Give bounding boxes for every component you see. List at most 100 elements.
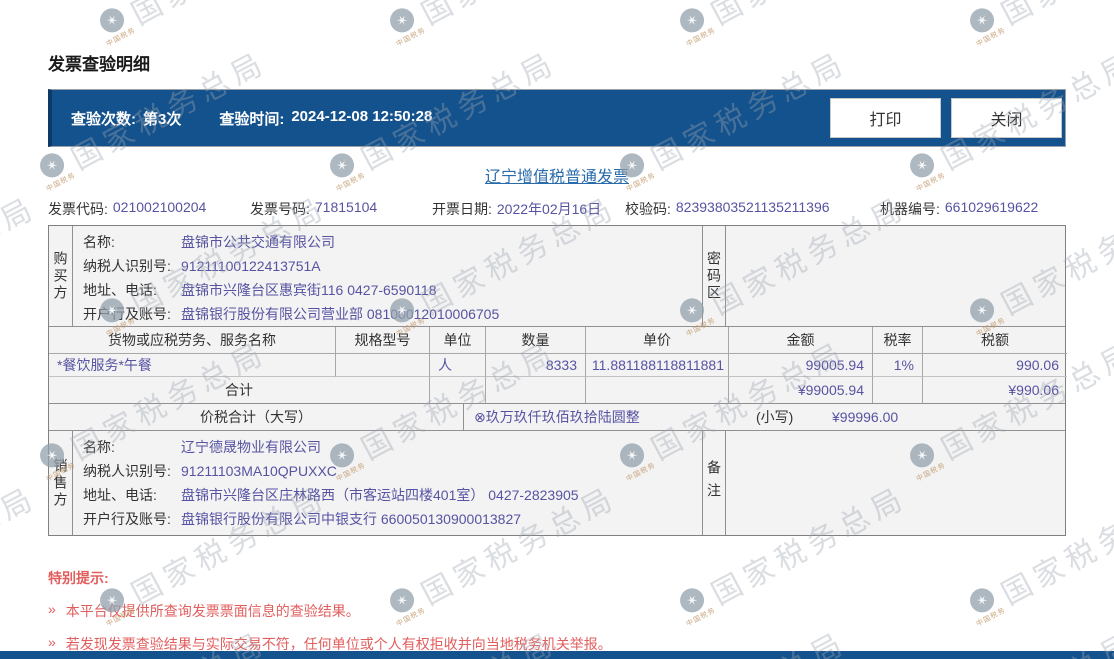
seller-address-value: 盘锦市兴隆台区庄林路西（市客运站四楼401室） 0427-2823905	[181, 487, 579, 503]
seller-side-label: 销售方	[52, 457, 69, 509]
invoice-number-label: 发票号码:	[250, 201, 310, 217]
seller-name-label: 名称:	[83, 439, 115, 455]
header-buttons: 打印 关闭	[830, 98, 1062, 138]
item-name: *餐饮服务*午餐	[49, 354, 336, 377]
seller-bank-value: 盘锦银行股份有限公司中银支行 660050130900013827	[181, 511, 522, 527]
seller-fields: 名称: 辽宁德晟物业有限公司 纳税人识别号: 91211103MA10QPUXXC …	[73, 431, 702, 535]
check-time: 查验时间: 2024-12-08 12:50:28	[219, 108, 432, 129]
total-tax: ¥990.06	[1008, 382, 1059, 398]
items-grid: 货物或应税劳务、服务名称 规格型号 单位 数量 单价 金额 税率 税额 *餐饮服…	[49, 327, 1067, 404]
buyer-address-row: 地址、电话: 盘锦市兴隆台区惠宾街116 0427-6590118	[83, 278, 702, 302]
seller-bank-row: 开户行及账号: 盘锦银行股份有限公司中银支行 660050130900013827	[83, 507, 702, 531]
check-count-value: 第3次	[143, 110, 182, 128]
col-header-qty: 数量	[486, 327, 586, 354]
print-button[interactable]: 打印	[830, 98, 941, 138]
remark-area	[726, 431, 1065, 535]
invoice-date: 开票日期: 2022年02月16日	[432, 199, 625, 219]
item-amount: 99005.94	[729, 354, 873, 377]
check-count: 查验次数: 第3次	[71, 108, 181, 129]
tax-total-row: 价税合计（大写） ⊗玖万玖仟玖佰玖拾陆圆整 (小写) ¥99996.00	[49, 404, 1065, 431]
special-notice: 特别提示: » 本平台仅提供所查询发票票面信息的查验结果。 » 若发现发票查验结…	[48, 568, 1066, 654]
check-time-value: 2024-12-08 12:50:28	[291, 107, 433, 125]
password-side-label: 密码区	[706, 250, 722, 302]
seller-taxid-row: 纳税人识别号: 91211103MA10QPUXXC	[83, 459, 702, 483]
col-header-spec: 规格型号	[336, 327, 430, 354]
invoice-code-label: 发票代码:	[48, 201, 108, 217]
total-price-cell	[586, 377, 729, 403]
item-spec	[336, 354, 430, 377]
remark-side-cell: 备注	[702, 431, 726, 535]
seller-block: 销售方 名称: 辽宁德晟物业有限公司 纳税人识别号: 91211103MA10QPU…	[49, 431, 1065, 535]
tax-total-values: ⊗玖万玖仟玖佰玖拾陆圆整 (小写) ¥99996.00	[464, 404, 1065, 430]
verification-header-bar: 查验次数: 第3次 查验时间: 2024-12-08 12:50:28 打印 关…	[48, 89, 1066, 147]
notice-title: 特别提示:	[48, 570, 109, 586]
password-area	[726, 226, 1065, 326]
password-side-cell: 密码区	[702, 226, 726, 326]
tax-total-label: 价税合计（大写）	[49, 404, 464, 430]
total-amount: ¥99005.94	[729, 377, 873, 403]
invoice-checksum-label: 校验码:	[625, 201, 671, 217]
invoice-title: 辽宁增值税普通发票	[484, 169, 629, 186]
buyer-name-row: 名称: 盘锦市公共交通有限公司	[83, 230, 702, 254]
check-time-label: 查验时间:	[219, 110, 285, 128]
buyer-taxid-value: 91211100122413751A	[181, 258, 321, 274]
buyer-name-label: 名称:	[83, 234, 115, 250]
seller-taxid-label: 纳税人识别号:	[83, 463, 171, 479]
page-title: 发票查验明细	[48, 55, 150, 74]
remark-side-label: 备注	[706, 460, 722, 506]
total-unit-cell	[430, 377, 486, 403]
invoice-date-value: 2022年02月16日	[496, 201, 602, 217]
col-header-name: 货物或应税劳务、服务名称	[49, 327, 336, 354]
invoice-verification-page: 发票查验明细 查验次数: 第3次 查验时间: 2024-12-08 12:50:…	[0, 0, 1114, 659]
machine-number-label: 机器编号:	[880, 201, 940, 217]
item-taxrate: 1%	[873, 354, 923, 377]
invoice-checksum-value: 82393803521135211396	[675, 199, 830, 215]
invoice-checksum: 校验码: 82393803521135211396	[625, 199, 880, 219]
machine-number-value: 661029619622	[944, 199, 1039, 215]
item-tax: 990.06	[923, 354, 1067, 377]
total-qty-cell	[486, 377, 586, 403]
col-header-taxrate: 税率	[873, 327, 923, 354]
col-header-amount: 金额	[729, 327, 873, 354]
seller-address-row: 地址、电话: 盘锦市兴隆台区庄林路西（市客运站四楼401室） 0427-28239…	[83, 483, 702, 507]
item-price: 11.881188118811881	[586, 354, 729, 377]
bullet-icon: »	[48, 601, 56, 617]
buyer-name-value: 盘锦市公共交通有限公司	[181, 234, 335, 250]
invoice-date-label: 开票日期:	[432, 201, 492, 217]
buyer-side-cell: 购买方	[49, 226, 73, 326]
seller-taxid-value: 91211103MA10QPUXXC	[181, 463, 337, 479]
seller-side-cell: 销售方	[49, 431, 73, 535]
item-qty: 8333	[486, 354, 586, 377]
machine-number: 机器编号: 661029619622	[880, 199, 1038, 219]
buyer-bank-label: 开户行及账号:	[83, 306, 171, 322]
bottom-bar	[0, 651, 1114, 659]
invoice-table: 购买方 名称: 盘锦市公共交通有限公司 纳税人识别号: 91211100122413…	[48, 225, 1067, 536]
col-header-tax: 税额	[923, 327, 1067, 354]
notice-text-1: 本平台仅提供所查询发票票面信息的查验结果。	[65, 603, 360, 619]
main-content: 发票查验明细 查验次数: 第3次 查验时间: 2024-12-08 12:50:…	[0, 0, 1114, 654]
buyer-taxid-label: 纳税人识别号:	[83, 258, 171, 274]
total-label: 合计	[49, 377, 430, 403]
col-header-price: 单价	[586, 327, 729, 354]
check-count-label: 查验次数:	[71, 110, 136, 128]
invoice-code-value: 021002100204	[112, 199, 207, 215]
item-unit: 人	[430, 354, 486, 377]
total-taxrate-cell	[873, 377, 923, 403]
col-header-unit: 单位	[430, 327, 486, 354]
buyer-fields: 名称: 盘锦市公共交通有限公司 纳税人识别号: 91211100122413751A…	[73, 226, 702, 326]
invoice-number-value: 71815104	[314, 199, 378, 215]
invoice-number: 发票号码: 71815104	[250, 199, 432, 219]
buyer-address-value: 盘锦市兴隆台区惠宾街116 0427-6590118	[181, 282, 437, 298]
seller-bank-label: 开户行及账号:	[83, 511, 171, 527]
tax-total-in-words: ⊗玖万玖仟玖佰玖拾陆圆整	[474, 409, 640, 425]
seller-name-value: 辽宁德晟物业有限公司	[181, 439, 321, 455]
buyer-block: 购买方 名称: 盘锦市公共交通有限公司 纳税人识别号: 91211100122413…	[49, 226, 1065, 327]
notice-item-1: » 本平台仅提供所查询发票票面信息的查验结果。	[48, 601, 1066, 621]
invoice-meta-row: 发票代码: 021002100204 发票号码: 71815104 开票日期: …	[48, 199, 1066, 219]
buyer-side-label: 购买方	[52, 250, 69, 302]
tax-total-small-value: ¥99996.00	[832, 409, 899, 425]
buyer-bank-value: 盘锦银行股份有限公司营业部 08100012010006705	[181, 306, 500, 322]
seller-name-row: 名称: 辽宁德晟物业有限公司	[83, 435, 702, 459]
close-button[interactable]: 关闭	[951, 98, 1062, 138]
buyer-bank-row: 开户行及账号: 盘锦银行股份有限公司营业部 08100012010006705	[83, 302, 702, 326]
